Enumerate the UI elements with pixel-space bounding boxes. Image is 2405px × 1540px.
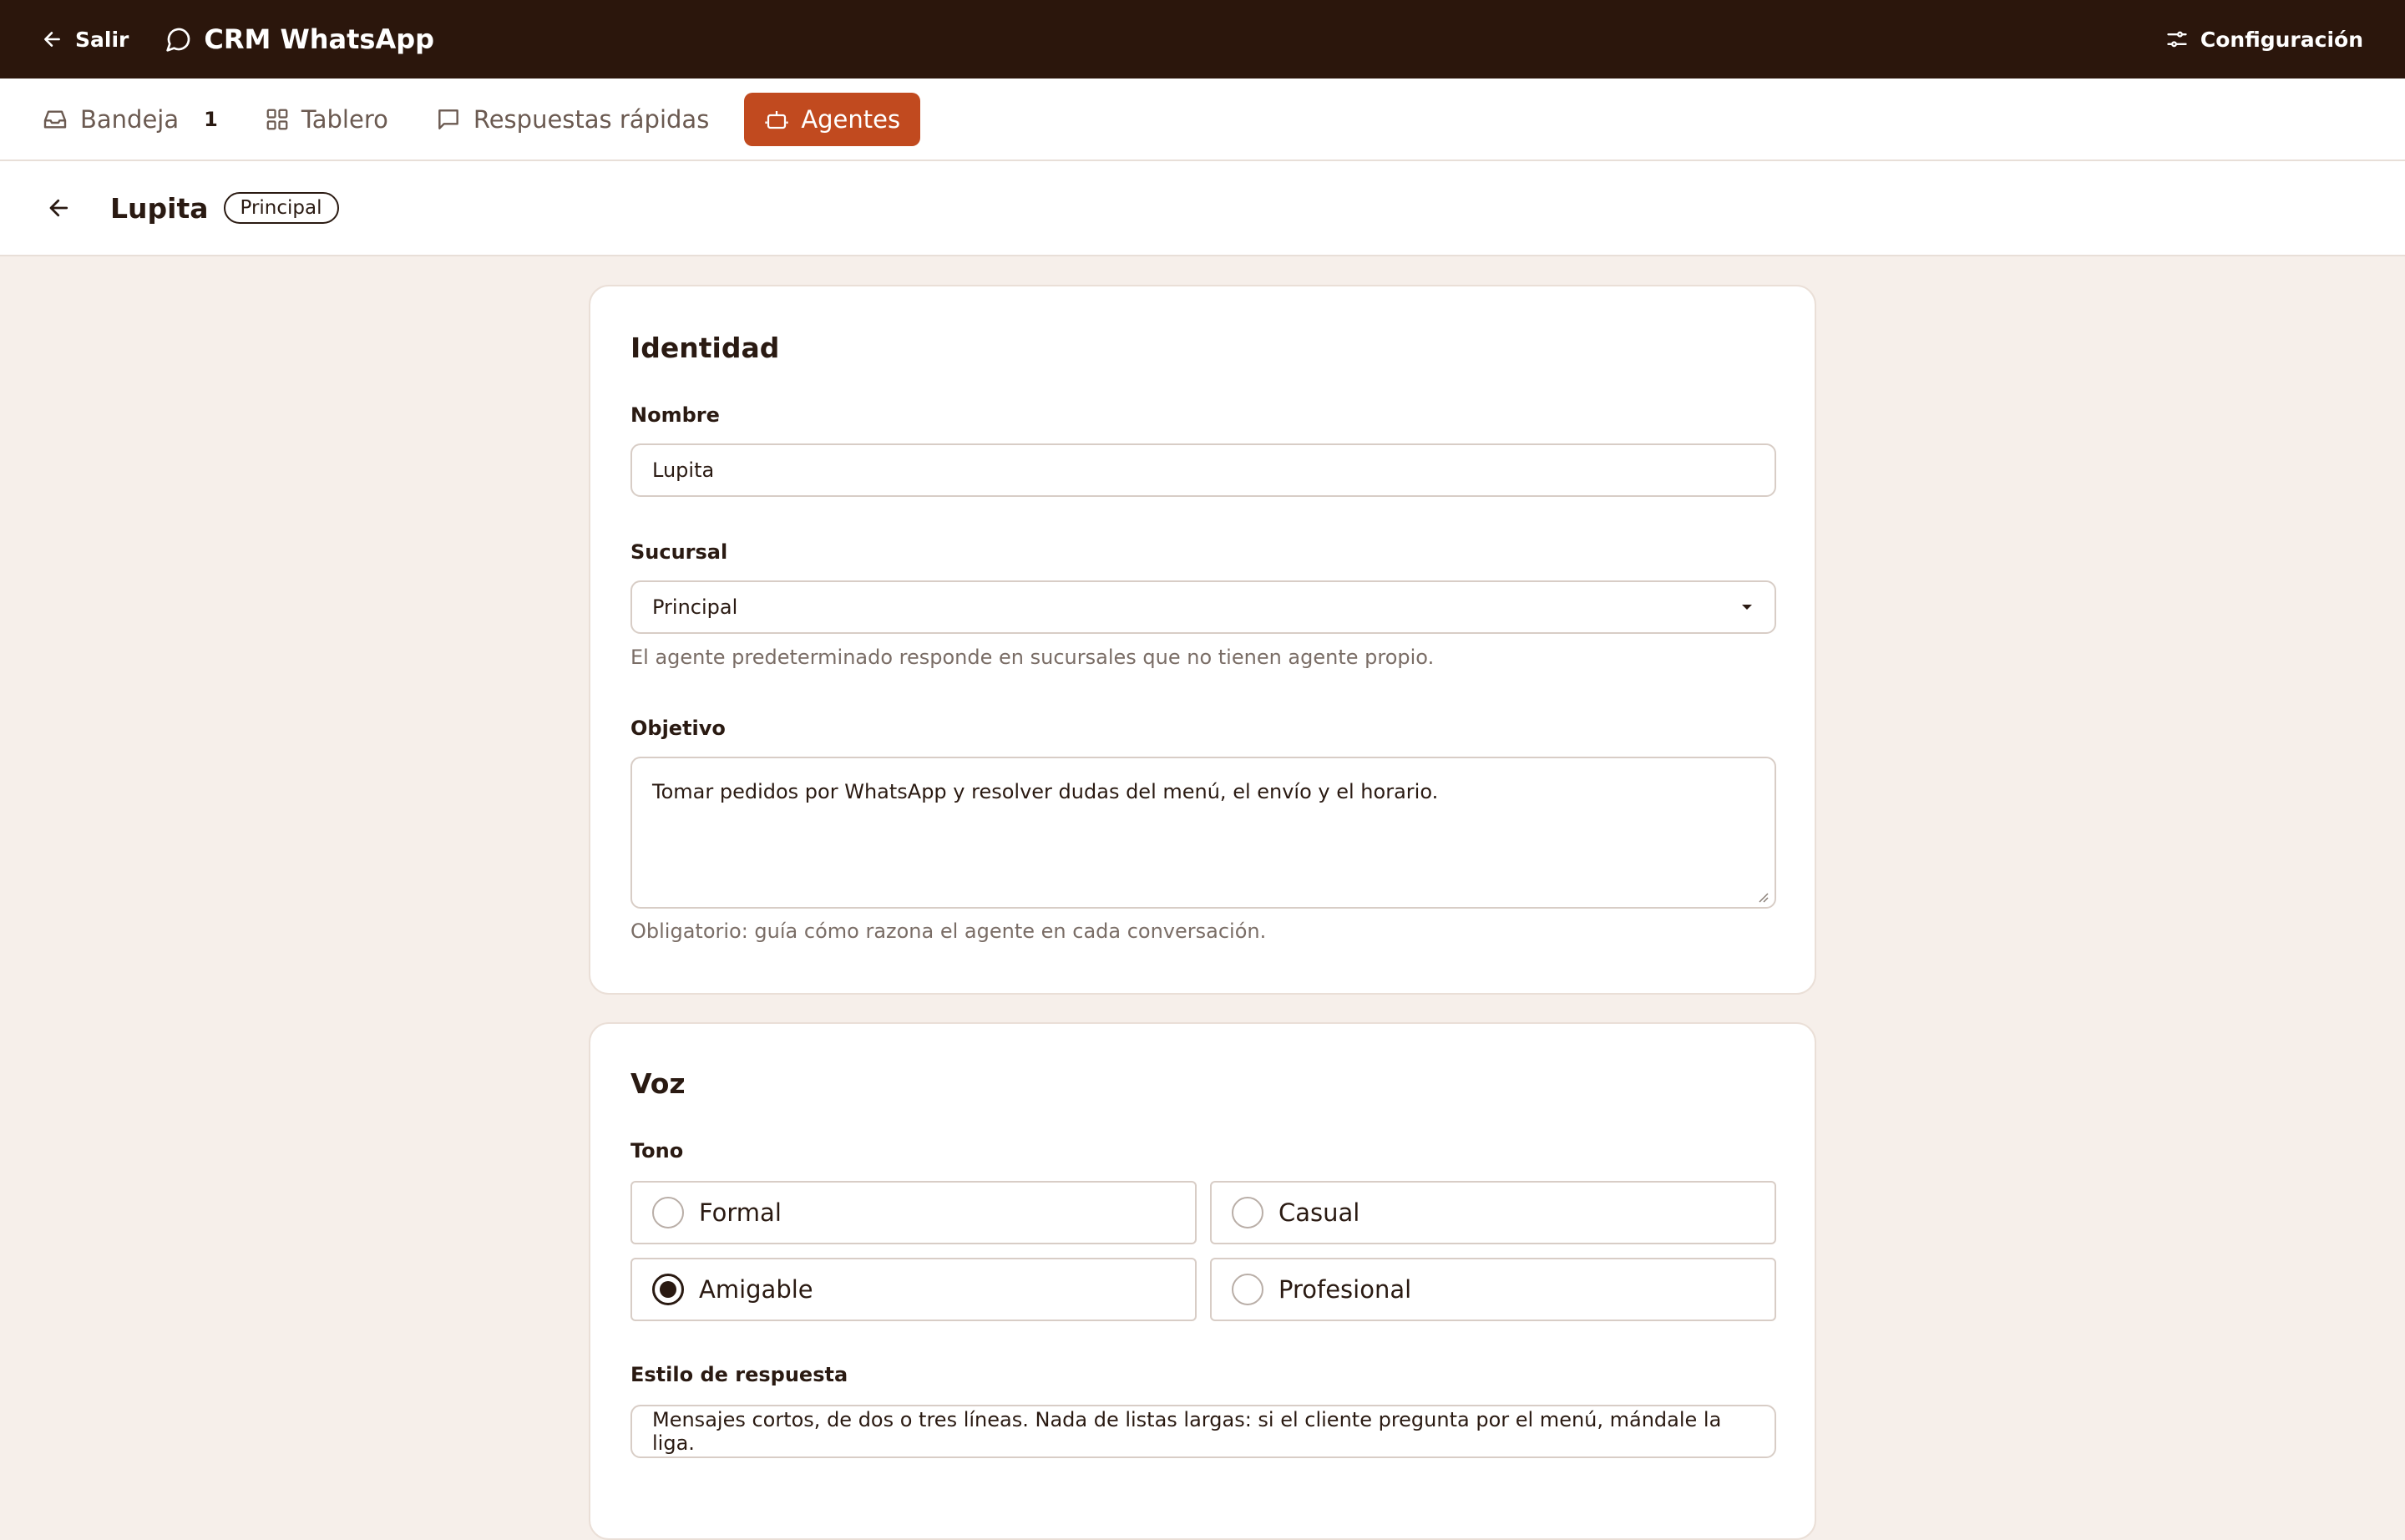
inbox-icon	[42, 106, 68, 133]
unread-count-badge: 1	[204, 107, 218, 131]
option-label: Profesional	[1278, 1275, 1412, 1304]
sliders-icon	[2165, 28, 2189, 51]
name-input[interactable]: Lupita	[630, 443, 1776, 497]
status-badge: Principal	[223, 192, 339, 224]
tab-tablero[interactable]: Tablero	[253, 93, 400, 146]
arrow-left-icon	[42, 28, 63, 50]
voice-card: Voz Tono Formal Casual Amigable Profesio…	[589, 1022, 1816, 1540]
main-tabs: Bandeja 1 Tablero Respuestas rápidas Age…	[0, 79, 2405, 161]
tab-agentes[interactable]: Agentes	[744, 92, 921, 146]
style-value: Mensajes cortos, de dos o tres líneas. N…	[652, 1408, 1722, 1455]
option-label: Amigable	[699, 1275, 813, 1304]
app-brand: CRM WhatsApp	[165, 23, 434, 55]
tone-option-amigable[interactable]: Amigable	[630, 1258, 1197, 1321]
arrow-left-icon	[49, 199, 68, 217]
settings-button[interactable]: Configuración	[2165, 28, 2363, 52]
tab-label: Bandeja	[80, 104, 180, 134]
radio-button[interactable]	[1232, 1274, 1263, 1305]
resize-handle-icon[interactable]	[1756, 890, 1770, 904]
tone-option-profesional[interactable]: Profesional	[1210, 1258, 1776, 1321]
message-icon	[435, 106, 462, 133]
back-button[interactable]	[47, 193, 77, 223]
name-label: Nombre	[630, 403, 720, 427]
name-value: Lupita	[652, 458, 715, 482]
identity-card: Identidad Nombre Lupita Sucursal Princip…	[589, 285, 1816, 995]
style-input[interactable]: Mensajes cortos, de dos o tres líneas. N…	[630, 1405, 1776, 1458]
tab-label: Respuestas rápidas	[473, 104, 710, 134]
radio-button[interactable]	[1232, 1197, 1263, 1228]
goal-label: Objetivo	[630, 717, 726, 740]
radio-button[interactable]	[652, 1197, 684, 1228]
goal-hint: Obligatorio: guía cómo razona el agente …	[630, 919, 1267, 943]
goal-value: Tomar pedidos por WhatsApp y resolver du…	[652, 780, 1439, 803]
style-label: Estilo de respuesta	[630, 1363, 848, 1386]
exit-button[interactable]: Salir	[42, 28, 129, 52]
app-title: CRM WhatsApp	[204, 23, 435, 55]
tab-bandeja[interactable]: Bandeja 1	[30, 93, 230, 146]
option-label: Formal	[699, 1198, 782, 1227]
section-heading: Voz	[630, 1067, 686, 1100]
branch-select[interactable]: Principal	[630, 580, 1776, 634]
tab-label: Agentes	[801, 104, 901, 134]
page-title: Lupita	[110, 191, 209, 225]
branch-label: Sucursal	[630, 540, 728, 564]
settings-label: Configuración	[2200, 27, 2363, 52]
grid-icon	[265, 107, 290, 132]
tab-label: Tablero	[301, 104, 388, 134]
agent-header: Lupita Principal	[0, 161, 2405, 256]
exit-label: Salir	[75, 27, 129, 52]
tone-label: Tono	[630, 1139, 684, 1163]
goal-textarea[interactable]: Tomar pedidos por WhatsApp y resolver du…	[630, 757, 1776, 909]
tab-respuestas-rapidas[interactable]: Respuestas rápidas	[423, 93, 721, 146]
caret-down-icon	[1739, 602, 1754, 612]
top-bar: Salir CRM WhatsApp Configuración	[0, 0, 2405, 79]
tone-option-formal[interactable]: Formal	[630, 1181, 1197, 1244]
section-heading: Identidad	[630, 332, 780, 364]
branch-value: Principal	[652, 595, 738, 619]
chat-bubble-icon	[165, 26, 192, 53]
tone-option-casual[interactable]: Casual	[1210, 1181, 1776, 1244]
branch-hint: El agente predeterminado responde en suc…	[630, 646, 1435, 669]
radio-button[interactable]	[652, 1274, 684, 1305]
option-label: Casual	[1278, 1198, 1360, 1227]
bot-icon	[764, 107, 789, 132]
